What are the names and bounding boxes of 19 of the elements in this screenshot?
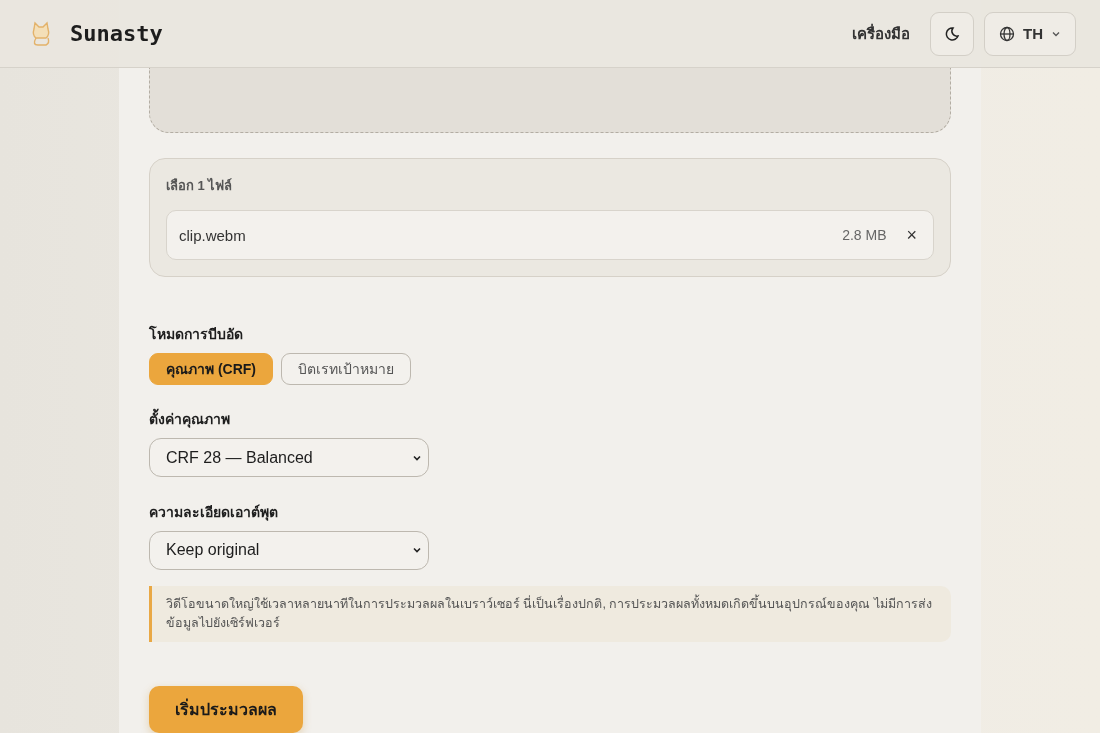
remove-button[interactable]: × [902, 224, 921, 246]
quality-dropdown[interactable]: CRF 28 — Balanced [149, 438, 429, 477]
tools-link[interactable]: เครื่องมือ [852, 21, 910, 46]
theme-toggle-button[interactable] [930, 11, 974, 56]
field-label: โหมดการบีบอัด [149, 324, 243, 345]
info-notice: วิดีโอขนาดใหญ่ใช้เวลาหลายนาทีในการประมวลผลในเบราว์เซอร์ นี่เป็นเรื่องปกติ, การประมวลผลทั้งหมดเกิดขึ้นบนอุปกรณ์ของคุณ ไม่มีการส่งข้อมูลไปยังเซิร์ฟเวอร์ [149, 585, 951, 642]
field-label: ตั้งค่าคุณภาพ [149, 408, 230, 431]
brand-name: Sunasty [70, 21, 163, 46]
resolution-dropdown[interactable]: Keep original [149, 530, 429, 570]
start-button[interactable]: เริ่มประมวลผล [149, 685, 303, 733]
mode-toggle-button[interactable]: คุณภาพ (CRF) [149, 353, 273, 386]
moon-icon [944, 25, 960, 42]
language-button[interactable]: TH [984, 11, 1076, 56]
files-heading: เลือก 1 ไฟล์ [166, 177, 234, 196]
file-name: clip.webm [179, 226, 247, 244]
mode-toggle-button[interactable]: บิตเรทเป้าหมาย [281, 353, 411, 386]
file-size: 2.8 MB [842, 227, 887, 244]
globe-icon [999, 25, 1015, 42]
field-label: ความละเอียดเอาต์พุต [149, 502, 278, 523]
